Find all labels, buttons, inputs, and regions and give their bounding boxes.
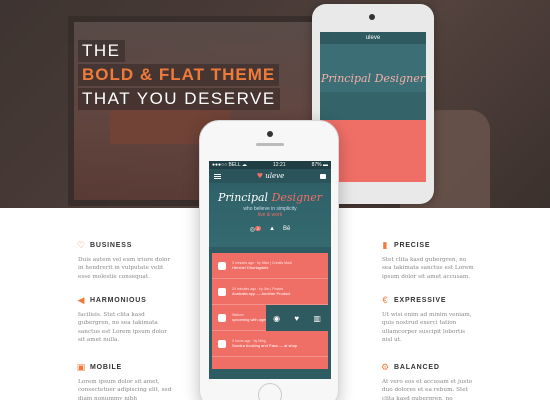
mobile-icon: ▣ [76,362,86,372]
bars-icon: ▮ [382,240,388,250]
like-icon[interactable]: ♥ [294,314,299,323]
feature-title: HARMONIOUS [90,296,147,304]
phone-mockup: ●●●○○ BELL ☁ 12:21 87% ▬ ♥ uleve Princip… [199,120,339,400]
feature-desc: Duis autem vel eum iriure dolor in hendr… [78,257,171,280]
profile-section: Principal Designer who believe in simpli… [209,183,331,247]
list-icon [218,339,226,348]
social-icons: ◎ 2 ▲ Bē [209,226,331,233]
feature-mobile: ▣ MOBILE Lorem ipsum dolor sit amet, cons… [76,362,172,400]
feed-item[interactable]: 20 minutes ago · by Jhn | Posted Australi… [212,279,328,305]
phone-speaker [256,143,284,146]
shield-icon: ♡ [76,240,86,250]
feature-desc: Lorem ipsum dolor sit amet, consectetuer… [78,379,172,400]
profile-title: Principal Designer [209,191,331,204]
profile-title-a: Principal [218,191,269,204]
speaker-icon: ◀ [77,295,85,305]
feed-item-text: Hershel Dhorlagdele [232,264,269,270]
background-phone-mid [320,92,426,120]
feature-harmonious: ◀ HARMONIOUS facilisis. Stet clita kasd g… [76,295,172,344]
feed-item-text: Australia app — Another Product [232,290,291,296]
feature-desc: At vero eos et accusam et justo duo dolo… [382,379,473,400]
menu-icon[interactable] [214,173,221,179]
feature-title: MOBILE [90,363,123,371]
feature-title: BALANCED [394,363,440,371]
notification-badge: 2 [254,226,262,231]
profile-subtitle2: live & work [257,212,283,218]
feature-expressive: € EXPRESSIVE Ut wisi enim ad minim veniam… [380,295,476,344]
behance-icon[interactable]: Bē [283,226,290,233]
phone-screen: ●●●○○ BELL ☁ 12:21 87% ▬ ♥ uleve Princip… [209,161,331,379]
chat-icon [218,313,226,322]
bag-icon[interactable] [319,173,326,179]
hero-title-line1: THE [78,40,125,62]
phone-camera [267,131,273,137]
background-phone-title: Principal Designer [320,44,426,92]
home-button[interactable] [258,383,282,400]
background-phone-brand: uleve [320,32,426,44]
feed-item[interactable]: 3 hours ago · by Ming Sandra booking and … [212,331,328,357]
app-brand-text: uleve [265,172,285,180]
background-phone-camera [369,14,375,20]
activity-feed: 3 minutes ago · by Mike | Credits Maid He… [212,253,328,369]
profile-title-b: Designer [271,191,322,204]
balance-icon: ⚙ [380,362,390,372]
image-icon [218,287,226,296]
triangle-icon[interactable]: ▲ [269,226,275,233]
swipe-actions: ◉ ♥ ▥ [266,305,328,331]
feed-item[interactable]: 3 minutes ago · by Mike | Credits Maid He… [212,253,328,279]
feature-title: EXPRESSIVE [394,296,447,304]
app-brand: ♥ uleve [257,172,285,180]
hero-title-line2: BOLD & FLAT THEME [78,64,280,86]
feature-desc: Stet clita kasd gubergren, no sea takima… [382,257,474,280]
feed-item-meta: 3 minutes ago · by Mike | Credits Maid [232,260,292,265]
feed-item-text: Sandra booking and Pass — at shop [232,342,298,348]
view-icon[interactable]: ◉ [273,314,280,323]
status-battery: 87% ▬ [311,162,328,168]
status-time: 12:21 [273,162,286,168]
feed-item[interactable]: Watson upcoming with agency ◉ ♥ ▥ [212,305,328,331]
feature-business: ♡ BUSINESS Duis autem vel eum iriure dolo… [76,240,172,281]
hero-title-line3: THAT YOU DESERVE [78,88,280,110]
dribbble-icon[interactable]: ◎ 2 [250,226,262,233]
heart-icon: ♥ [256,172,264,180]
feature-desc: facilisis. Stet clita kasd gubergren, no… [78,312,167,343]
status-carrier: ●●●○○ BELL ☁ [212,162,247,168]
trash-icon[interactable]: ▥ [313,314,321,323]
feature-desc: Ut wisi enim ad minim veniam, quis nostr… [382,312,472,343]
hero-title: THE BOLD & FLAT THEME THAT YOU DESERVE [78,40,280,112]
feature-balanced: ⚙ BALANCED At vero eos et accusam et just… [380,362,476,400]
status-bar: ●●●○○ BELL ☁ 12:21 87% ▬ [209,161,331,169]
app-bar: ♥ uleve [209,169,331,183]
list-icon [218,261,226,270]
euro-icon: € [382,295,388,305]
feed-item-meta: 20 minutes ago · by Jhn | Posted [232,286,284,291]
feature-precise: ▮ PRECISE Stet clita kasd gubergren, no s… [380,240,476,281]
feature-title: BUSINESS [90,241,133,249]
feature-title: PRECISE [394,241,431,249]
